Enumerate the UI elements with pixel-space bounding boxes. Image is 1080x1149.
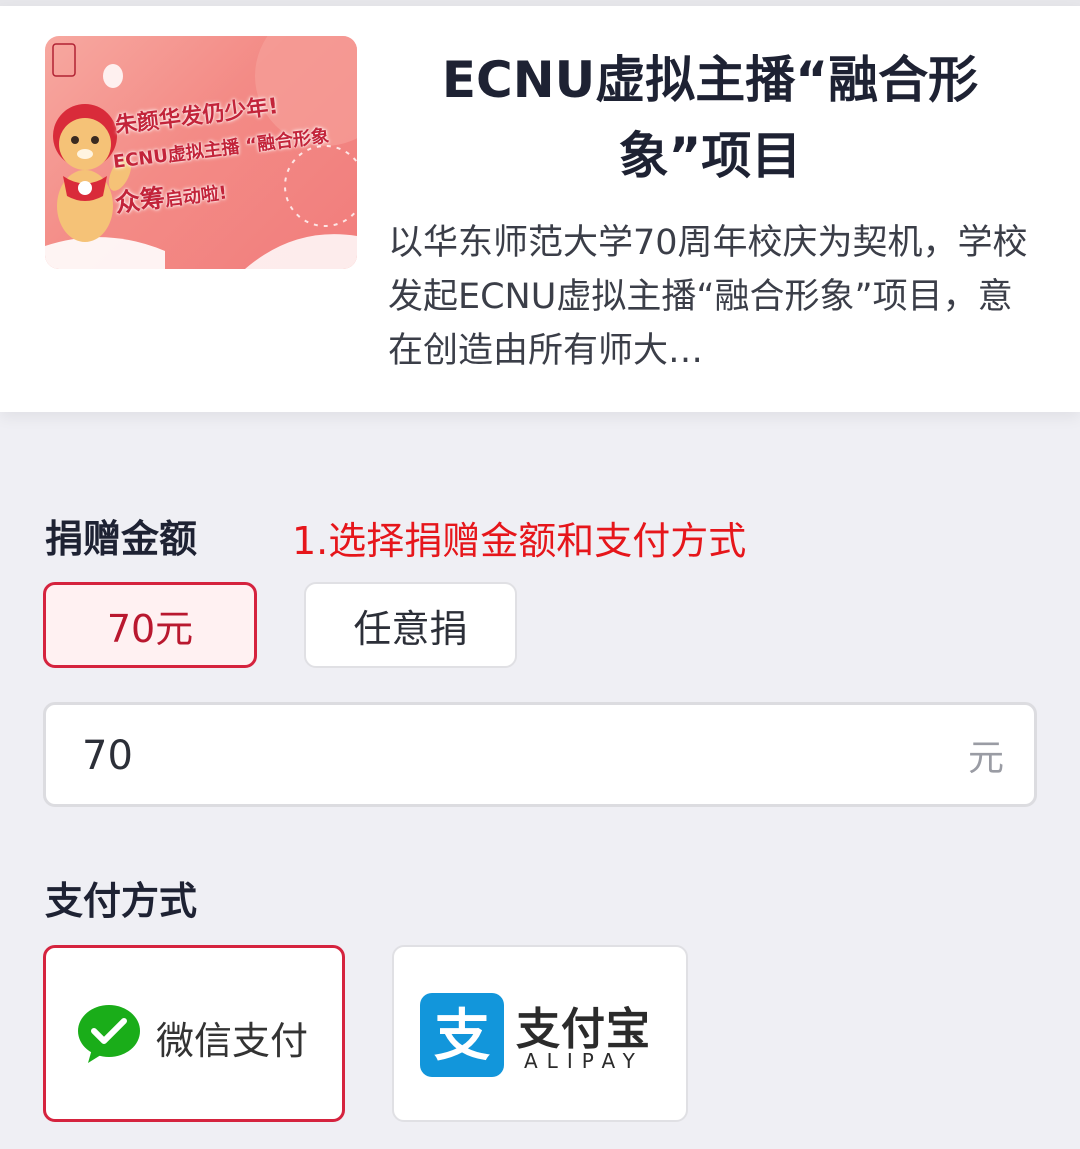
project-banner-image: 朱颜华发仍少年! ECNU虚拟主播 “融合形象 众筹启动啦! xyxy=(45,36,357,269)
amount-option-any[interactable]: 任意捐 xyxy=(304,582,517,668)
amount-unit: 元 xyxy=(967,738,1004,779)
amount-input-box[interactable]: 元 xyxy=(43,702,1037,807)
alipay-icon: 支 xyxy=(420,993,504,1081)
svg-text:支: 支 xyxy=(434,1004,490,1069)
amount-input[interactable] xyxy=(80,723,904,789)
wechat-pay-label: 微信支付 xyxy=(156,1019,309,1063)
donation-amount-label: 捐赠金额 xyxy=(45,517,198,561)
instruction-hint: 1.选择捐赠金额和支付方式 xyxy=(292,519,747,563)
wechat-pay-button[interactable]: 微信支付 xyxy=(43,945,345,1122)
amount-option-70[interactable]: 70元 xyxy=(43,582,257,668)
wechat-pay-icon xyxy=(76,1003,142,1069)
project-description: 以华东师范大学70周年校庆为契机，学校发起ECNU虚拟主播“融合形象”项目，意在… xyxy=(388,223,1028,371)
banner-launch-text: 启动啦! xyxy=(163,182,229,211)
banner-crowdfunding-word: 众筹 xyxy=(113,183,167,218)
project-title: ECNU虚拟主播“融合形象”项目 xyxy=(441,51,979,185)
alipay-label-en: ALIPAY xyxy=(524,1049,644,1073)
alipay-label-cn: 支付宝 xyxy=(516,1004,651,1055)
alipay-button[interactable]: 支 支付宝 ALIPAY xyxy=(392,945,688,1122)
payment-method-label: 支付方式 xyxy=(45,879,198,923)
project-card[interactable]: 朱颜华发仍少年! ECNU虚拟主播 “融合形象 众筹启动啦! ECNU虚拟主播“… xyxy=(0,6,1080,412)
